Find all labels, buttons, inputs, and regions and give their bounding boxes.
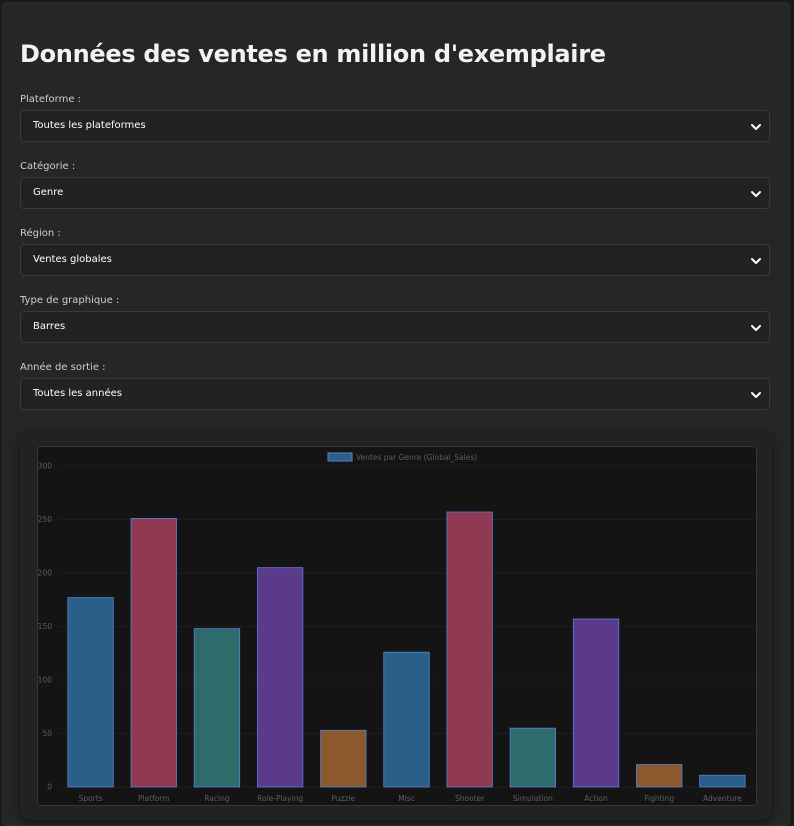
bar-puzzle[interactable] xyxy=(320,729,367,788)
region-select[interactable]: Ventes globales xyxy=(20,244,770,276)
x-tick-label: Shooter xyxy=(455,794,485,803)
bar-action[interactable] xyxy=(572,618,620,788)
chevron-down-icon xyxy=(751,124,761,130)
chart-bars xyxy=(67,511,746,788)
bar-simulation[interactable] xyxy=(509,727,557,788)
legend-swatch xyxy=(327,452,353,462)
x-tick-label: Platform xyxy=(138,794,170,803)
bar-platform[interactable] xyxy=(130,518,177,788)
legend-label: Ventes par Genre (Global_Sales) xyxy=(356,453,477,462)
bar-role-playing[interactable] xyxy=(256,567,304,788)
y-tick-label: 0 xyxy=(47,783,52,792)
y-tick-label: 200 xyxy=(38,569,53,578)
release-year-select[interactable]: Toutes les années xyxy=(20,378,770,410)
x-tick-label: Puzzle xyxy=(331,794,355,803)
category-select[interactable]: Genre xyxy=(20,177,770,209)
release-year-select-value: Toutes les années xyxy=(33,388,122,399)
chart-type-select[interactable]: Barres xyxy=(20,311,770,343)
y-axis: 0 50 100 150 200 250 300 xyxy=(38,462,53,792)
chevron-down-icon xyxy=(751,325,761,331)
bar-sports[interactable] xyxy=(67,597,114,788)
region-select-value: Ventes globales xyxy=(33,254,112,265)
x-axis: Sports Platform Racing Role-Playing Puzzle Mi… xyxy=(79,794,743,803)
x-tick-label: Role-Playing xyxy=(257,794,303,803)
x-tick-label: Action xyxy=(584,794,608,803)
region-label: Région : xyxy=(20,228,61,239)
x-tick-label: Sports xyxy=(79,794,103,803)
chart-type-select-value: Barres xyxy=(33,321,66,332)
y-tick-label: 50 xyxy=(42,729,52,738)
x-tick-label: Racing xyxy=(204,794,230,803)
x-tick-label: Simulation xyxy=(513,794,553,803)
chevron-down-icon xyxy=(751,392,761,398)
chevron-down-icon xyxy=(751,258,761,264)
bar-racing[interactable] xyxy=(193,628,241,788)
page-title: Données des ventes en million d'exemplai… xyxy=(20,40,606,68)
y-tick-label: 100 xyxy=(38,676,53,685)
chart-legend[interactable]: Ventes par Genre (Global_Sales) xyxy=(327,452,477,462)
platform-label: Plateforme : xyxy=(20,94,82,105)
release-year-label: Année de sortie : xyxy=(20,362,106,373)
platform-select-value: Toutes les plateformes xyxy=(33,120,146,131)
x-tick-label: Misc xyxy=(398,794,415,803)
category-select-value: Genre xyxy=(33,187,64,198)
y-tick-label: 150 xyxy=(38,622,53,631)
y-tick-label: 300 xyxy=(38,462,53,471)
x-tick-label: Fighting xyxy=(644,794,674,803)
x-tick-label: Adventure xyxy=(703,794,742,803)
category-label: Catégorie : xyxy=(20,161,76,172)
chart-type-label: Type de graphique : xyxy=(20,295,120,306)
bar-adventure[interactable] xyxy=(699,774,746,788)
bar-misc[interactable] xyxy=(383,651,430,788)
y-tick-label: 250 xyxy=(38,515,53,524)
bar-shooter[interactable] xyxy=(446,511,493,788)
chevron-down-icon xyxy=(751,191,761,197)
bar-chart: 0 50 100 150 200 250 300 Sports Platform Racing R… xyxy=(38,452,754,803)
bar-fighting[interactable] xyxy=(636,764,683,788)
platform-select[interactable]: Toutes les plateformes xyxy=(20,110,770,142)
